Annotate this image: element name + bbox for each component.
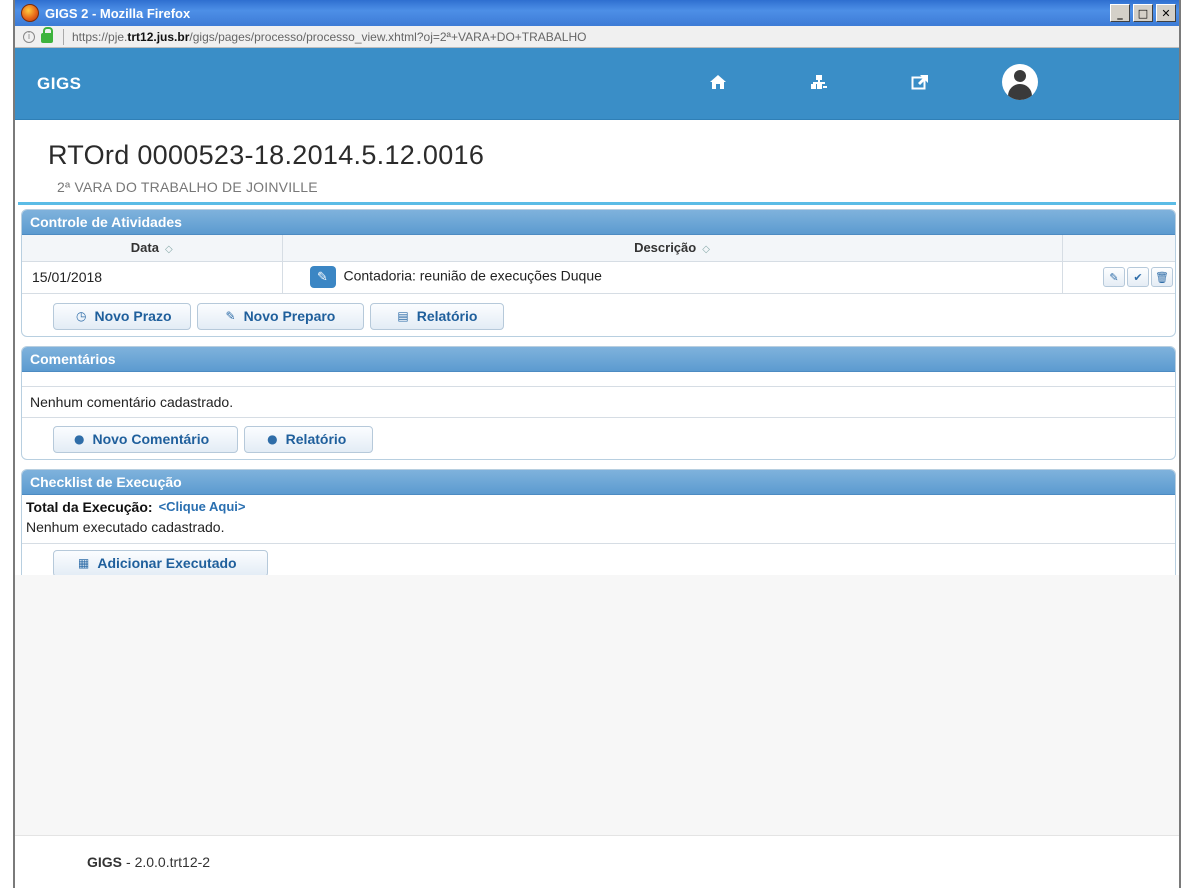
adicionar-executado-button[interactable]: ▦ Adicionar Executado: [53, 549, 268, 577]
relatorio-atividades-label: Relatório: [416, 308, 478, 324]
column-label-data: Data: [130, 240, 159, 256]
page-header: RTOrd 0000523-18.2014.5.12.0016 2ª VARA …: [15, 120, 1179, 202]
lock-icon[interactable]: [41, 27, 53, 43]
column-header-actions: [1062, 235, 1175, 262]
relatorio-comentarios-label: Relatório: [285, 431, 347, 447]
comment-icon: ●: [74, 432, 85, 446]
atividades-panel-title: Controle de Atividades: [22, 210, 1175, 235]
url-separator: [63, 28, 64, 45]
novo-comentario-button[interactable]: ● Novo Comentário: [53, 425, 239, 453]
comentarios-panel: Comentários Nenhum comentário cadastrado…: [21, 345, 1176, 460]
trash-icon[interactable]: 🗑: [1151, 267, 1173, 287]
url-prefix: https://pje.: [72, 29, 128, 44]
checklist-panel-title: Checklist de Execução: [22, 469, 1175, 495]
page-title: RTOrd 0000523-18.2014.5.12.0016: [48, 140, 485, 170]
novo-prazo-button[interactable]: ◷ Novo Prazo: [53, 302, 191, 330]
user-avatar-icon[interactable]: [1002, 64, 1038, 100]
atividades-actions: ◷ Novo Prazo ✎ Novo Preparo ▤ Relatório: [22, 294, 1175, 336]
document-icon: ▤: [397, 309, 409, 323]
browser-window: GIGS 2 - Mozilla Firefox _ □ ✕ i https:/…: [13, 0, 1181, 888]
table-row: 15/01/2018 ✎ Contadoria: reunião de execu…: [22, 261, 1175, 294]
clock-icon: ◷: [76, 309, 87, 323]
url-host: trt12.jus.br: [127, 29, 190, 44]
column-header-data[interactable]: Data ◇: [22, 235, 283, 262]
footer: GIGS - 2.0.0.trt12-2: [15, 835, 1179, 888]
footer-brand: GIGS: [87, 854, 123, 870]
window-titlebar: GIGS 2 - Mozilla Firefox _ □ ✕: [15, 0, 1179, 26]
column-header-descricao[interactable]: Descrição ◇: [282, 235, 1063, 262]
novo-preparo-label: Novo Preparo: [243, 308, 336, 324]
home-icon[interactable]: [709, 74, 727, 94]
brand-logo[interactable]: GIGS: [37, 74, 82, 94]
novo-prazo-label: Novo Prazo: [94, 308, 172, 324]
column-label-descricao: Descrição: [634, 240, 697, 256]
edit-activity-icon[interactable]: ✎: [1103, 267, 1125, 287]
content-background: [15, 575, 1179, 835]
novo-comentario-label: Novo Comentário: [92, 431, 210, 447]
page-subtitle: 2ª VARA DO TRABALHO DE JOINVILLE: [57, 179, 318, 195]
minimize-button[interactable]: _: [1110, 4, 1130, 22]
pencil-icon[interactable]: ✎: [309, 266, 336, 288]
clique-aqui-link[interactable]: <Clique Aqui>: [159, 499, 246, 514]
info-icon[interactable]: i: [23, 30, 35, 43]
comment-icon: ●: [267, 432, 278, 446]
window-title: GIGS 2 - Mozilla Firefox: [45, 5, 191, 21]
row-description: Contadoria: reunião de execuções Duque: [343, 267, 602, 284]
row-date: 15/01/2018: [22, 261, 283, 294]
sort-icon[interactable]: ◇: [702, 244, 710, 255]
list-icon: ▦: [78, 556, 90, 570]
relatorio-comentarios-button[interactable]: ● Relatório: [244, 425, 374, 453]
relatorio-atividades-button[interactable]: ▤ Relatório: [370, 302, 505, 330]
app-navbar: GIGS: [15, 48, 1179, 120]
comentarios-actions: ● Novo Comentário ● Relatório: [22, 418, 1175, 459]
maximize-button[interactable]: □: [1133, 4, 1153, 22]
check-icon[interactable]: ✔: [1127, 267, 1149, 287]
total-execucao-line: Total da Execução: <Clique Aqui>: [22, 497, 1175, 517]
url-text[interactable]: https://pje.trt12.jus.br/gigs/pages/proc…: [72, 30, 586, 44]
header-divider: [18, 202, 1176, 205]
firefox-logo-icon: [21, 4, 39, 22]
checklist-panel: Checklist de Execução Total da Execução:…: [21, 468, 1176, 586]
url-bar[interactable]: i https://pje.trt12.jus.br/gigs/pages/pr…: [15, 26, 1179, 48]
comentarios-panel-title: Comentários: [22, 346, 1175, 372]
row-description-cell: ✎ Contadoria: reunião de execuções Duque: [282, 261, 1063, 294]
atividades-panel: Controle de Atividades Data ◇ Descrição ◇ …: [21, 209, 1176, 337]
atividades-table: Data ◇ Descrição ◇ 15/01/2018 ✎ Contadoria:…: [22, 235, 1175, 294]
url-path: /gigs/pages/processo/processo_view.xhtml…: [189, 29, 587, 44]
total-execucao-label: Total da Execução:: [26, 498, 153, 515]
adicionar-executado-label: Adicionar Executado: [97, 555, 237, 571]
sitemap-icon[interactable]: [810, 74, 828, 94]
novo-preparo-button[interactable]: ✎ Novo Preparo: [196, 302, 365, 330]
pencil-icon: ✎: [225, 309, 236, 323]
footer-version: - 2.0.0.trt12-2: [126, 854, 211, 870]
close-button[interactable]: ✕: [1156, 4, 1176, 22]
sort-icon[interactable]: ◇: [165, 244, 173, 255]
checklist-empty: Nenhum executado cadastrado.: [26, 518, 225, 535]
external-link-icon[interactable]: [911, 74, 929, 94]
comentarios-empty: Nenhum comentário cadastrado.: [22, 385, 1175, 418]
row-actions-cell: ✎ ✔ 🗑: [1062, 261, 1175, 294]
